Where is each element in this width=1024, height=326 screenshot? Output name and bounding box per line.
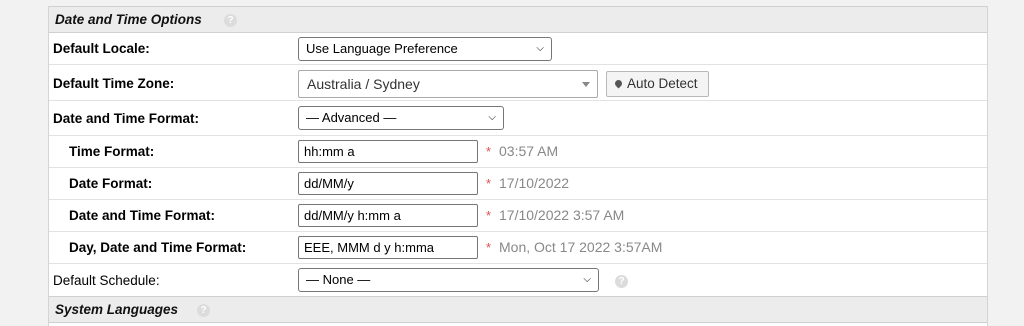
time-format-preview: 03:57 AM bbox=[499, 143, 559, 159]
default-locale-value: Use Language Preference bbox=[306, 41, 458, 56]
default-schedule-value: — None — bbox=[306, 272, 371, 287]
date-time-format-mode-value: — Advanced — bbox=[306, 110, 397, 125]
section-header-date-time: Date and Time Options ? bbox=[49, 6, 987, 33]
date-time-format-input[interactable]: dd/MM/y h:mm a bbox=[298, 204, 478, 227]
time-format-label: Time Format: bbox=[69, 144, 155, 159]
auto-detect-button[interactable]: Auto Detect bbox=[606, 71, 709, 97]
required-marker: * bbox=[486, 208, 492, 223]
default-time-zone-label: Default Time Zone: bbox=[53, 76, 175, 91]
map-marker-icon bbox=[613, 78, 624, 89]
row-default-locale: Default Locale: Use Language Preference … bbox=[49, 33, 987, 65]
chevron-down-icon: ⌵ bbox=[536, 43, 544, 54]
default-locale-select[interactable]: Use Language Preference ⌵ bbox=[298, 37, 552, 61]
day-date-time-format-input[interactable]: EEE, MMM d y h:mma bbox=[298, 236, 478, 259]
default-locale-label: Default Locale: bbox=[53, 41, 150, 56]
row-default-schedule: Default Schedule: — None — ⌵ ? bbox=[49, 264, 987, 298]
date-format-label: Date Format: bbox=[69, 176, 153, 191]
chevron-down-icon: ⌵ bbox=[583, 274, 591, 285]
help-icon[interactable]: ? bbox=[224, 14, 237, 27]
help-icon[interactable]: ? bbox=[197, 304, 210, 317]
row-default-time-zone: Default Time Zone: Australia / Sydney Au… bbox=[49, 65, 987, 101]
required-marker: * bbox=[486, 240, 492, 255]
date-time-format-preview: 17/10/2022 3:57 AM bbox=[499, 207, 625, 223]
settings-panel: Date and Time Options ? Default Locale: … bbox=[48, 6, 988, 326]
default-schedule-label: Default Schedule: bbox=[53, 273, 160, 288]
required-marker: * bbox=[486, 144, 492, 159]
date-time-format-mode-label: Date and Time Format: bbox=[53, 111, 200, 126]
day-date-time-format-preview: Mon, Oct 17 2022 3:57AM bbox=[499, 239, 663, 255]
time-format-input[interactable]: hh:mm a bbox=[298, 140, 478, 163]
row-date-time-format: Date and Time Format: dd/MM/y h:mm a * 1… bbox=[49, 200, 987, 232]
day-date-time-format-label: Day, Date and Time Format: bbox=[69, 240, 247, 255]
section-header-system-languages: System Languages ? bbox=[49, 296, 987, 323]
required-marker: * bbox=[486, 176, 492, 191]
chevron-down-icon: ⌵ bbox=[488, 112, 496, 123]
date-format-preview: 17/10/2022 bbox=[499, 175, 570, 191]
row-date-time-format-mode: Date and Time Format: — Advanced — ⌵ bbox=[49, 101, 987, 136]
time-zone-value: Australia / Sydney bbox=[307, 76, 420, 92]
row-time-format: Time Format: hh:mm a * 03:57 AM bbox=[49, 136, 987, 168]
section-title: System Languages bbox=[55, 302, 179, 317]
time-zone-select[interactable]: Australia / Sydney bbox=[298, 70, 598, 98]
section-title: Date and Time Options bbox=[55, 12, 202, 27]
date-time-format-label: Date and Time Format: bbox=[69, 208, 216, 223]
row-date-format: Date Format: dd/MM/y * 17/10/2022 bbox=[49, 168, 987, 200]
caret-down-icon bbox=[582, 82, 590, 87]
help-icon[interactable]: ? bbox=[615, 275, 628, 288]
date-time-format-mode-select[interactable]: — Advanced — ⌵ bbox=[298, 106, 504, 130]
default-schedule-select[interactable]: — None — ⌵ bbox=[298, 268, 599, 292]
date-format-input[interactable]: dd/MM/y bbox=[298, 172, 478, 195]
row-day-date-time-format: Day, Date and Time Format: EEE, MMM d y … bbox=[49, 232, 987, 264]
auto-detect-label: Auto Detect bbox=[627, 76, 698, 91]
